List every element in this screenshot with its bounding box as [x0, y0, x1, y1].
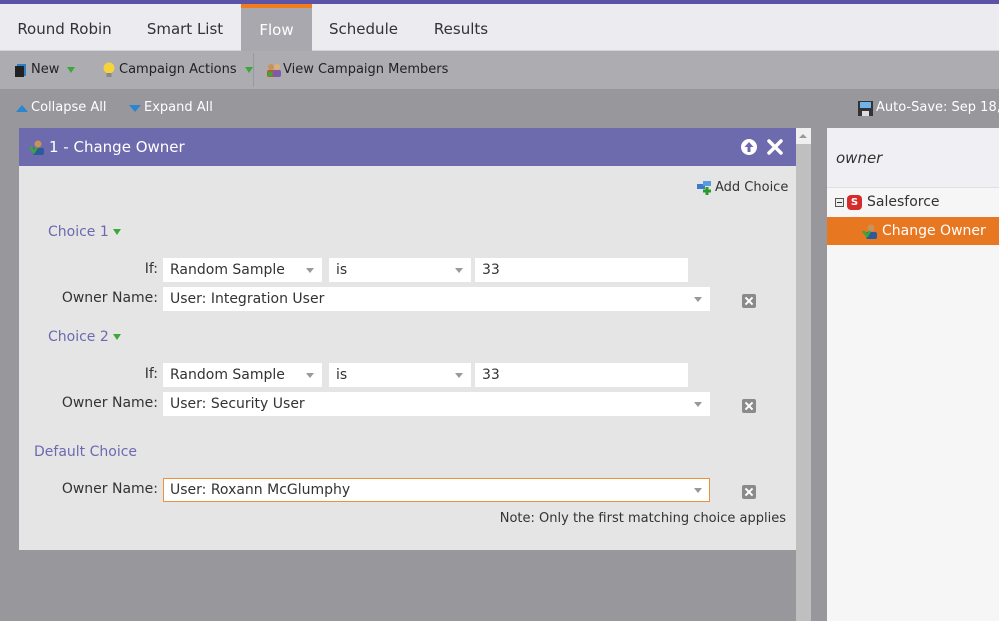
expand-arrow-icon: [129, 104, 141, 112]
change-owner-icon: [862, 224, 877, 239]
chevron-down-icon: [694, 402, 702, 407]
tree-item-salesforce[interactable]: S Salesforce: [827, 188, 999, 216]
flow-action-search-input[interactable]: owner: [827, 128, 999, 188]
choice-1-operator-value: is: [336, 262, 348, 278]
tab-flow[interactable]: Flow: [241, 4, 312, 51]
chevron-down-icon: [455, 373, 463, 378]
salesforce-icon: S: [847, 194, 862, 210]
chevron-down-icon: [112, 334, 121, 340]
if-label: If:: [144, 366, 158, 382]
floppy-disk-icon: [858, 100, 873, 116]
new-button[interactable]: New: [15, 51, 76, 89]
scroll-up-icon[interactable]: [796, 128, 811, 144]
owner-name-label: Owner Name:: [61, 395, 158, 411]
autosave-status: Auto-Save: Sep 18, 7:3: [858, 89, 999, 127]
default-owner-select[interactable]: User: Roxann McGlumphy: [163, 478, 710, 502]
campaign-actions-label: Campaign Actions: [119, 62, 237, 77]
add-choice-icon: [697, 180, 711, 195]
tab-round-robin[interactable]: Round Robin: [0, 4, 129, 51]
remove-choice-1-button[interactable]: [742, 294, 756, 308]
choice-1-field-value: Random Sample: [170, 262, 285, 278]
chevron-down-icon: [67, 67, 76, 73]
chevron-down-icon: [306, 268, 314, 273]
choice-1-operator-select[interactable]: is: [329, 258, 471, 282]
tab-schedule[interactable]: Schedule: [312, 4, 415, 51]
chevron-down-icon: [306, 373, 314, 378]
collapse-arrow-icon: [16, 104, 28, 112]
toolbar-divider: [253, 53, 254, 87]
flow-scrollbar[interactable]: [796, 128, 811, 621]
flow-actions-panel: owner S Salesforce Change Owner: [827, 128, 999, 621]
choice-2-label: Choice 2: [48, 329, 109, 345]
choice-1-owner-select[interactable]: User: Integration User: [163, 287, 710, 311]
tab-bar: Round Robin Smart List Flow Schedule Res…: [0, 4, 999, 51]
expand-all-label: Expand All: [144, 100, 213, 115]
chevron-down-icon: [694, 297, 702, 302]
choice-2-value-input[interactable]: 33: [475, 363, 688, 387]
add-choice-button[interactable]: Add Choice: [697, 180, 788, 195]
choice-2-operator-value: is: [336, 367, 348, 383]
default-choice-label: Default Choice: [34, 444, 137, 460]
default-choice-text: Default Choice: [34, 444, 138, 460]
chevron-down-icon: [244, 67, 253, 73]
choice-1-label: Choice 1: [48, 224, 109, 240]
choice-2-owner-value: User: Security User: [170, 396, 305, 412]
choice-1-value-input[interactable]: 33: [475, 258, 688, 282]
owner-name-label: Owner Name:: [61, 481, 158, 497]
change-owner-icon: [29, 140, 44, 155]
campaign-actions-button[interactable]: Campaign Actions: [103, 51, 253, 89]
tab-smart-list[interactable]: Smart List: [129, 4, 241, 51]
add-choice-label: Add Choice: [715, 180, 789, 195]
choice-2-owner-select[interactable]: User: Security User: [163, 392, 710, 416]
collapse-tree-icon[interactable]: [835, 197, 844, 207]
if-label: If:: [144, 261, 158, 277]
matching-note: Note: Only the first matching choice app…: [499, 511, 786, 526]
move-up-icon[interactable]: [740, 138, 758, 156]
default-owner-value: User: Roxann McGlumphy: [170, 482, 351, 498]
collapse-all-label: Collapse All: [31, 100, 107, 115]
flow-step-title: 1 - Change Owner: [49, 138, 185, 156]
sub-toolbar: Collapse All Expand All Auto-Save: Sep 1…: [0, 89, 999, 127]
tree-item-salesforce-label: Salesforce: [867, 194, 940, 210]
choice-1-field-select[interactable]: Random Sample: [163, 258, 322, 282]
lightbulb-icon: [103, 62, 115, 77]
chevron-down-icon: [112, 229, 121, 235]
tab-results[interactable]: Results: [415, 4, 507, 51]
owner-name-label: Owner Name:: [61, 290, 158, 306]
choice-2-field-value: Random Sample: [170, 367, 285, 383]
expand-all-button[interactable]: Expand All: [129, 89, 213, 127]
view-campaign-members-button[interactable]: View Campaign Members: [266, 51, 448, 89]
choice-1-toggle[interactable]: Choice 1: [48, 224, 121, 240]
chevron-down-icon: [455, 268, 463, 273]
choice-2-toggle[interactable]: Choice 2: [48, 329, 121, 345]
new-book-icon: [15, 64, 26, 77]
remove-choice-2-button[interactable]: [742, 399, 756, 413]
autosave-text: Auto-Save: Sep 18, 7:3: [876, 100, 999, 115]
new-label: New: [31, 62, 60, 77]
remove-default-choice-button[interactable]: [742, 485, 756, 499]
tree-item-change-owner-label: Change Owner: [882, 223, 986, 239]
chevron-down-icon: [694, 488, 702, 493]
close-icon[interactable]: [766, 138, 784, 156]
view-members-label: View Campaign Members: [283, 62, 449, 77]
choice-1-owner-value: User: Integration User: [170, 291, 325, 307]
members-icon: [267, 64, 281, 77]
choice-2-operator-select[interactable]: is: [329, 363, 471, 387]
flow-step-card: 1 - Change Owner Add Choice Choice 1 If:…: [19, 128, 796, 550]
toolbar: New Campaign Actions View Campaign Membe…: [0, 51, 999, 89]
choice-2-field-select[interactable]: Random Sample: [163, 363, 322, 387]
flow-step-header[interactable]: 1 - Change Owner: [19, 128, 796, 166]
collapse-all-button[interactable]: Collapse All: [16, 89, 107, 127]
tree-item-change-owner[interactable]: Change Owner: [827, 217, 999, 245]
